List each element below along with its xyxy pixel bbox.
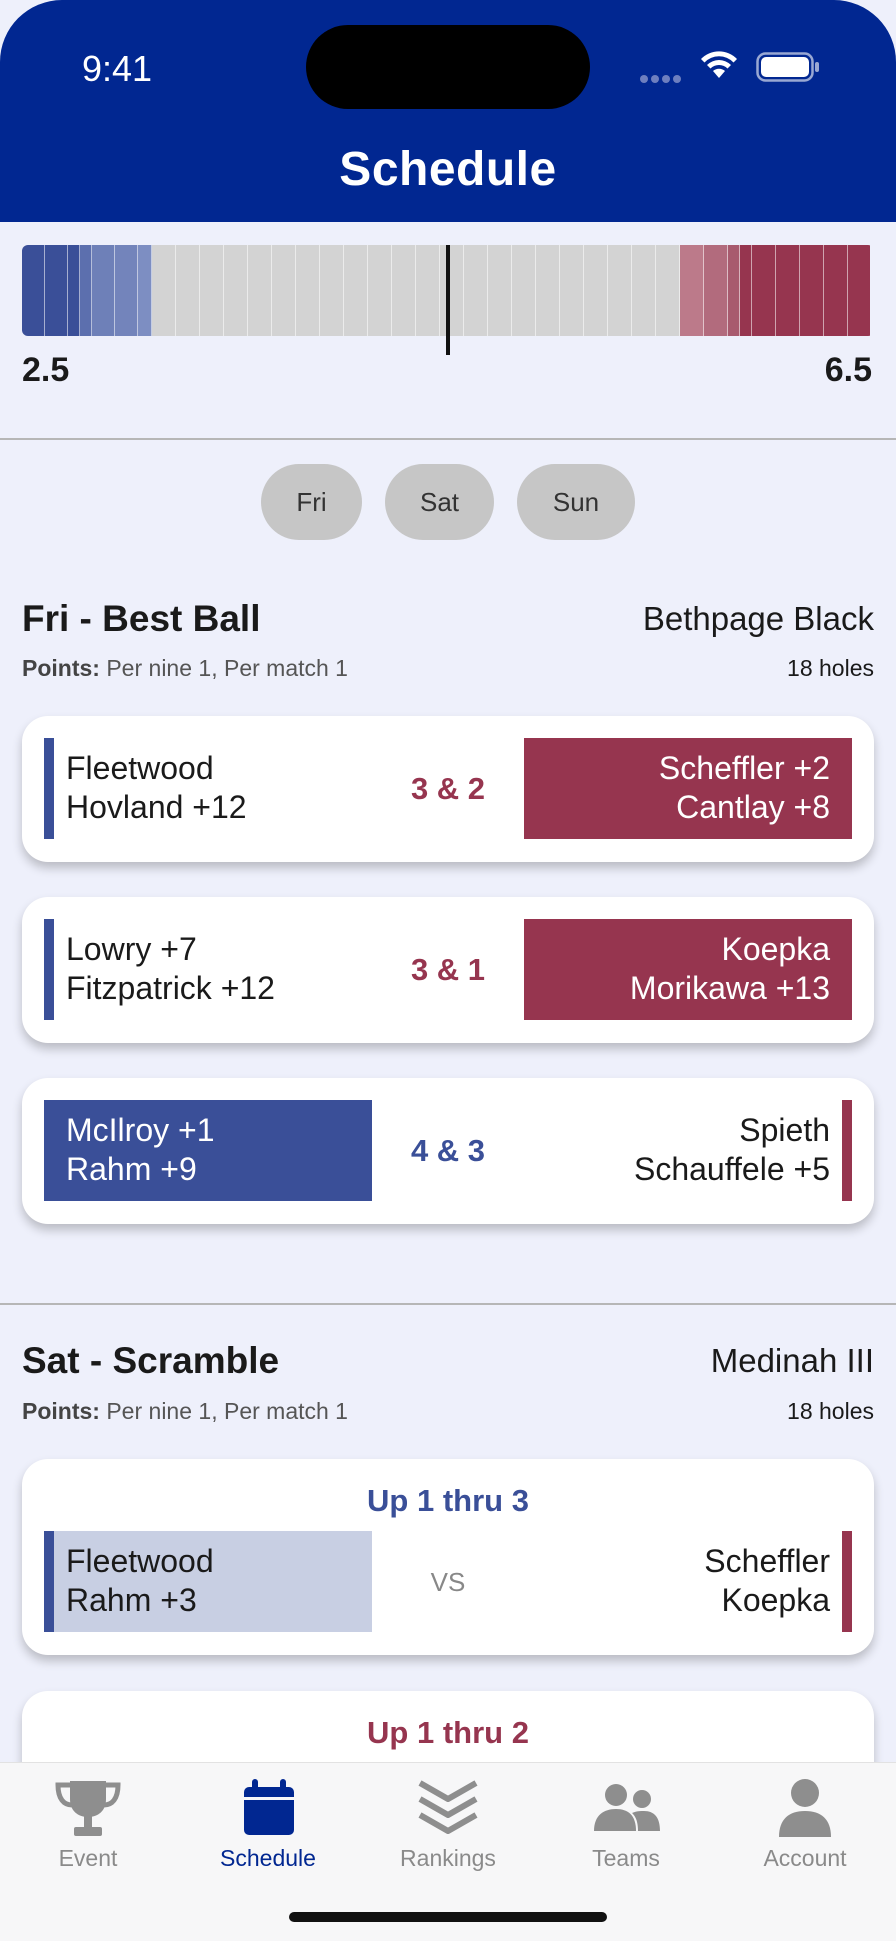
battery-icon — [756, 52, 819, 82]
dynamic-island — [306, 25, 590, 109]
tab-event[interactable]: Event — [13, 1777, 163, 1872]
tab-schedule[interactable]: Schedule — [193, 1777, 343, 1872]
match-team-blue: Fleetwood Rahm +3 — [44, 1531, 372, 1632]
score-blue: 2.5 — [22, 351, 70, 389]
divider — [0, 1303, 896, 1305]
match-card[interactable]: Lowry +7 Fitzpatrick +12 3 & 1 Koepka Mori… — [22, 897, 874, 1043]
signal-icon — [640, 70, 684, 88]
section-title: Sat - Scramble — [22, 1340, 280, 1381]
trophy-icon — [55, 1781, 121, 1836]
match-team-red: Scheffler Koepka — [524, 1531, 852, 1632]
match-card[interactable]: Up 1 thru 3 Fleetwood Rahm +3 VS Scheffle… — [22, 1459, 874, 1655]
tab-rankings[interactable]: Rankings — [373, 1777, 523, 1872]
match-team-red: Scheffler +2 Cantlay +8 — [524, 738, 852, 839]
calendar-icon — [244, 1779, 294, 1835]
page-title: Schedule — [339, 143, 557, 196]
home-indicator — [289, 1912, 607, 1922]
match-result: 3 & 2 — [410, 771, 486, 806]
match-card[interactable]: McIlroy +1 Rahm +9 4 & 3 Spieth Schauffele… — [22, 1078, 874, 1224]
match-vs: VS — [430, 1567, 466, 1597]
tab-teams[interactable]: Teams — [551, 1777, 701, 1872]
tab-sun[interactable]: Sun — [517, 464, 635, 540]
people-icon — [594, 1784, 660, 1831]
match-status: Up 1 thru 2 — [367, 1715, 529, 1750]
person-icon — [779, 1779, 831, 1837]
match-result: 3 & 1 — [410, 952, 486, 987]
match-team-red: Koepka Morikawa +13 — [524, 919, 852, 1020]
divider — [0, 438, 896, 440]
match-team-blue: McIlroy +1 Rahm +9 — [44, 1100, 372, 1201]
section-title: Fri - Best Ball — [22, 598, 261, 639]
tab-account[interactable]: Account — [730, 1777, 880, 1872]
app-header: 9:41 Schedule — [0, 0, 896, 222]
match-result: 4 & 3 — [410, 1133, 486, 1168]
chevrons-icon — [418, 1780, 478, 1834]
status-time: 9:41 — [82, 48, 153, 89]
section-points: Points: Per nine 1, Per match 1 — [22, 655, 348, 681]
section-course: Medinah III — [710, 1342, 874, 1379]
score-center-marker — [446, 245, 450, 355]
section-course: Bethpage Black — [642, 600, 874, 637]
match-status: Up 1 thru 3 — [367, 1483, 529, 1518]
section-holes: 18 holes — [787, 655, 874, 681]
match-card[interactable]: Fleetwood Hovland +12 3 & 2 Scheffler +2 C… — [22, 716, 874, 862]
section-points: Points: Per nine 1, Per match 1 — [22, 1398, 348, 1424]
tab-fri[interactable]: Fri — [261, 464, 362, 540]
status-icons — [640, 48, 825, 88]
score-red: 6.5 — [824, 351, 872, 389]
match-team-blue: Fleetwood Hovland +12 — [44, 738, 372, 839]
section-holes: 18 holes — [787, 1398, 874, 1424]
tab-sat[interactable]: Sat — [385, 464, 494, 540]
wifi-icon — [701, 51, 737, 78]
match-team-red: Spieth Schauffele +5 — [524, 1100, 852, 1201]
match-team-blue: Lowry +7 Fitzpatrick +12 — [44, 919, 372, 1020]
